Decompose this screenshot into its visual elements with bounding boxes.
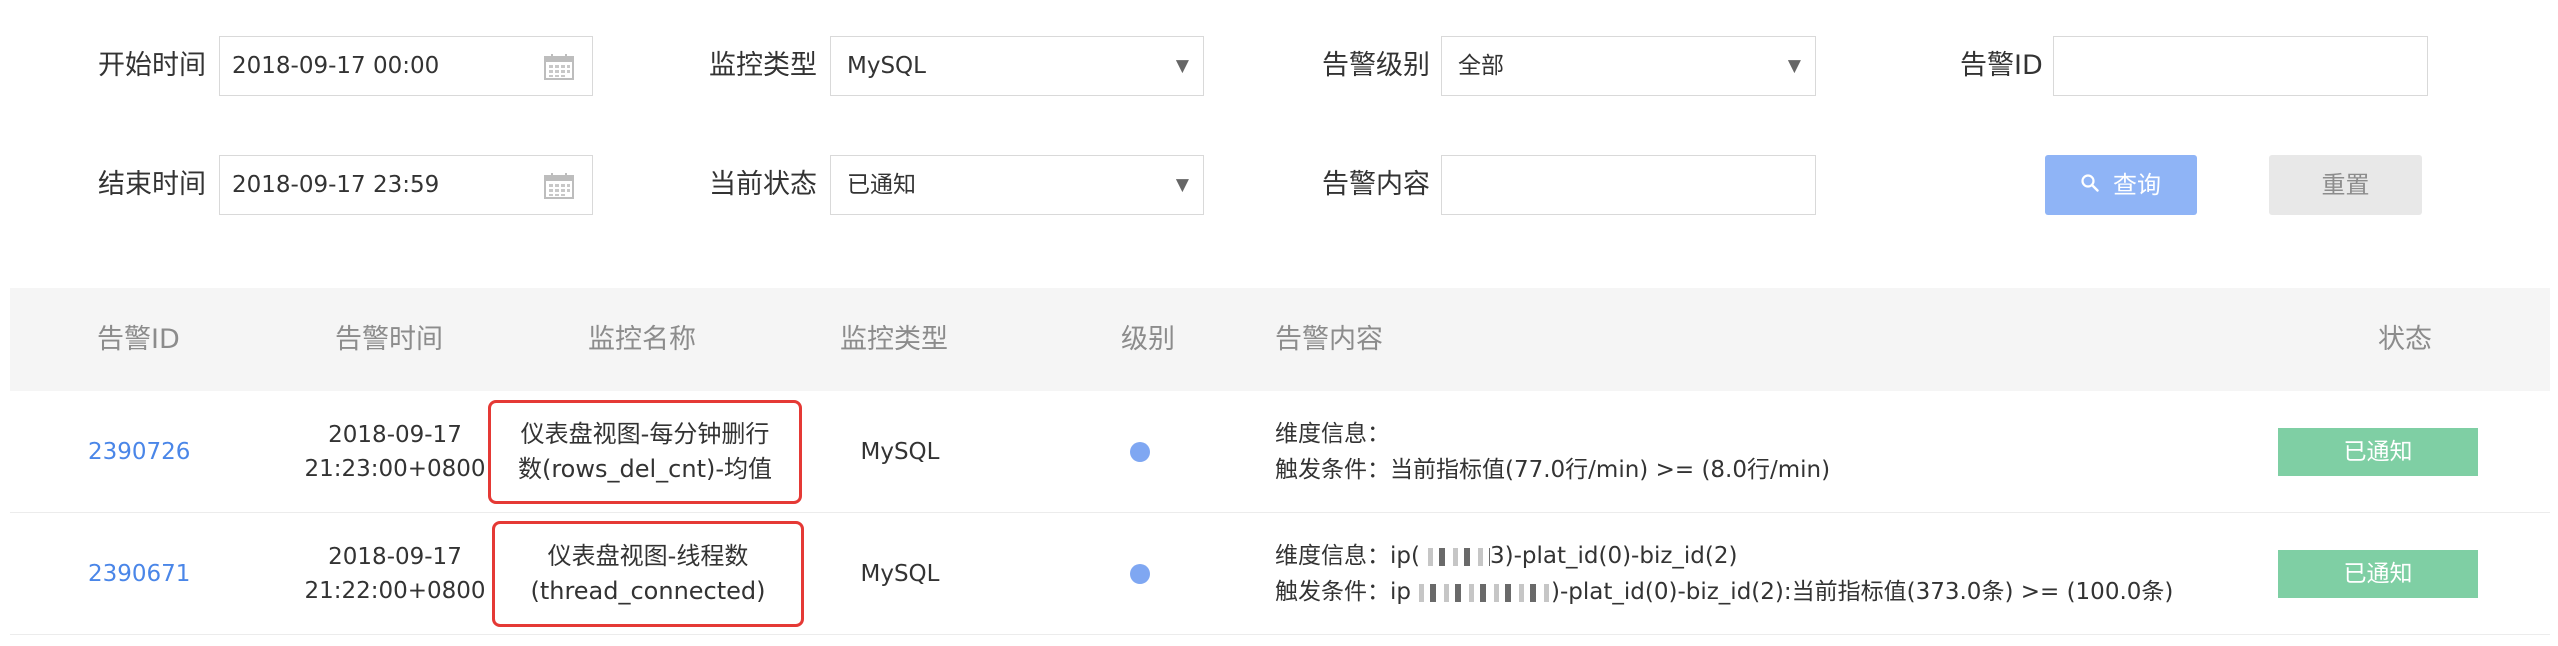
table-row: 2390726 2018-09-17 21:23:00+0800 仪表盘视图-每…	[10, 391, 2550, 513]
current-status-select[interactable]: 已通知 ▼	[830, 155, 1204, 215]
level-dot	[1130, 442, 1150, 462]
alert-id-cell: 2390671	[88, 513, 190, 635]
monitor-name-line1: 仪表盘视图-每分钟删行	[520, 420, 770, 448]
alert-id-input[interactable]	[2053, 36, 2428, 96]
column-header-monitor-type: 监控类型	[840, 324, 948, 355]
level-cell	[1130, 513, 1150, 635]
caret-down-icon: ▼	[1175, 56, 1189, 76]
alert-time-clock: 21:23:00+0800	[304, 456, 486, 482]
search-icon	[2081, 174, 2099, 192]
alert-time-cell: 2018-09-17 21:22:00+0800	[290, 513, 500, 635]
monitor-name-line2: (thread_connected)	[530, 577, 766, 605]
alert-time-date: 2018-09-17	[328, 544, 462, 570]
alert-table: 告警ID 告警时间 监控名称 监控类型 级别 告警内容 状态 2390726 2…	[10, 288, 2550, 635]
monitor-type-value: MySQL	[847, 53, 926, 79]
start-time-value: 2018-09-17 00:00	[232, 53, 440, 79]
dimension-info: 维度信息：	[1275, 421, 1390, 447]
end-time-label: 结束时间	[98, 169, 206, 200]
start-time-input[interactable]: 2018-09-17 00:00	[219, 36, 593, 96]
alert-id-label: 告警ID	[1960, 50, 2043, 81]
monitor-name-line2: 数(rows_del_cnt)-均值	[517, 455, 773, 483]
start-time-label: 开始时间	[98, 50, 206, 81]
query-button-label: 查询	[2113, 171, 2161, 199]
monitor-type-label: 监控类型	[709, 50, 817, 81]
dimension-info-suffix: 3)-plat_id(0)-biz_id(2)	[1489, 543, 1738, 569]
status-badge: 已通知	[2278, 550, 2478, 598]
column-header-alert-content: 告警内容	[1275, 324, 1383, 355]
trigger-condition-suffix: )-plat_id(0)-biz_id(2):当前指标值(373.0条) >= …	[1551, 579, 2174, 605]
alert-id-link[interactable]: 2390726	[88, 439, 190, 465]
monitor-type-cell: MySQL	[860, 439, 940, 465]
table-row: 2390671 2018-09-17 21:22:00+0800 仪表盘视图-线…	[10, 513, 2550, 635]
current-status-label: 当前状态	[709, 169, 817, 200]
table-header: 告警ID 告警时间 监控名称 监控类型 级别 告警内容 状态	[10, 288, 2550, 391]
monitor-type-cell: MySQL	[860, 561, 940, 587]
redacted-ip	[1419, 547, 1490, 566]
monitor-type-select[interactable]: MySQL ▼	[830, 36, 1204, 96]
dimension-info: 维度信息：ip( 3)-plat_id(0)-biz_id(2)	[1275, 538, 1737, 574]
status-cell: 已通知	[2278, 513, 2478, 635]
calendar-icon[interactable]	[544, 54, 574, 80]
calendar-icon[interactable]	[544, 173, 574, 199]
column-header-status: 状态	[2378, 324, 2432, 355]
trigger-condition-prefix: 触发条件：ip	[1275, 579, 1411, 605]
trigger-condition: 触发条件：当前指标值(77.0行/min) >= (8.0行/min)	[1275, 457, 1831, 483]
alert-id-link[interactable]: 2390671	[88, 561, 190, 587]
level-dot	[1130, 564, 1150, 584]
alert-level-value: 全部	[1458, 53, 1504, 79]
column-header-alert-id: 告警ID	[97, 324, 180, 355]
column-header-level: 级别	[1121, 324, 1175, 355]
monitor-name-line1: 仪表盘视图-线程数	[547, 542, 749, 570]
end-time-value: 2018-09-17 23:59	[232, 172, 440, 198]
monitor-name-cell: 仪表盘视图-每分钟删行 数(rows_del_cnt)-均值	[488, 391, 802, 513]
alert-level-select[interactable]: 全部 ▼	[1441, 36, 1816, 96]
reset-button[interactable]: 重置	[2269, 155, 2422, 215]
caret-down-icon: ▼	[1175, 175, 1189, 195]
alert-time-cell: 2018-09-17 21:23:00+0800	[290, 391, 500, 513]
query-button[interactable]: 查询	[2045, 155, 2197, 215]
column-header-alert-time: 告警时间	[335, 324, 443, 355]
end-time-input[interactable]: 2018-09-17 23:59	[219, 155, 593, 215]
trigger-condition: 触发条件：ip )-plat_id(0)-biz_id(2):当前指标值(373.…	[1275, 574, 2173, 610]
filter-row-1: 开始时间 2018-09-17 00:00 监控类型 MySQL ▼ 告警级别 …	[0, 36, 2558, 96]
alert-content-label: 告警内容	[1322, 169, 1430, 200]
alert-content-input[interactable]	[1441, 155, 1816, 215]
alert-content-cell: 维度信息： 触发条件：当前指标值(77.0行/min) >= (8.0行/min…	[1275, 391, 1830, 513]
status-badge: 已通知	[2278, 428, 2478, 476]
redacted-ip	[1411, 583, 1551, 602]
alert-level-label: 告警级别	[1322, 50, 1430, 81]
level-cell	[1130, 391, 1150, 513]
monitor-name-cell: 仪表盘视图-线程数 (thread_connected)	[492, 513, 804, 635]
caret-down-icon: ▼	[1787, 56, 1801, 76]
alert-id-cell: 2390726	[88, 391, 190, 513]
alert-content-cell: 维度信息：ip( 3)-plat_id(0)-biz_id(2) 触发条件：ip)…	[1275, 513, 2173, 635]
alert-time-date: 2018-09-17	[328, 422, 462, 448]
dimension-info-prefix: 维度信息：ip(	[1275, 543, 1420, 569]
alert-time-clock: 21:22:00+0800	[304, 578, 486, 604]
current-status-value: 已通知	[847, 172, 916, 198]
highlight-box: 仪表盘视图-线程数 (thread_connected)	[492, 521, 804, 627]
status-cell: 已通知	[2278, 391, 2478, 513]
column-header-monitor-name: 监控名称	[588, 324, 696, 355]
highlight-box: 仪表盘视图-每分钟删行 数(rows_del_cnt)-均值	[488, 400, 802, 504]
filter-row-2: 结束时间 2018-09-17 23:59 当前状态 已通知 ▼ 告警内容 查询…	[0, 155, 2558, 215]
